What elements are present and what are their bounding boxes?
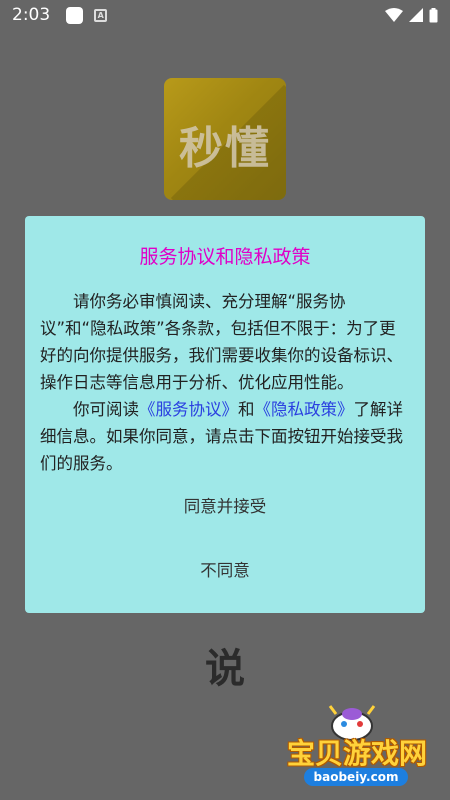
service-agreement-link[interactable]: 《服务协议》	[139, 400, 238, 419]
paragraph-2-and: 和	[238, 400, 255, 419]
status-icons	[385, 7, 438, 23]
bottom-character: 说	[205, 646, 245, 692]
battery-icon	[429, 7, 438, 22]
notification-square-icon	[66, 6, 84, 24]
status-time: 2:03	[12, 5, 51, 25]
dialog-title: 服务协议和隐私政策	[139, 246, 311, 268]
font-a-icon: A	[94, 8, 108, 22]
status-bar: 2:03 A	[0, 0, 450, 30]
watermark: 宝贝游戏网 baobeiy.com	[272, 702, 442, 792]
app-logo-text: 秒懂	[179, 123, 271, 174]
signal-icon	[409, 8, 423, 22]
dialog-paragraph-2: 你可阅读《服务协议》和《隐私政策》了解详细信息。如果你同意，请点击下面按钮开始接…	[40, 396, 412, 477]
privacy-dialog: 服务协议和隐私政策 请你务必审慎阅读、充分理解“服务协议”和“隐私政策”各条款，…	[25, 216, 425, 613]
privacy-policy-link[interactable]: 《隐私政策》	[255, 400, 354, 419]
dialog-paragraph-1: 请你务必审慎阅读、充分理解“服务协议”和“隐私政策”各条款，包括但不限于：为了更…	[40, 292, 403, 392]
agree-button[interactable]: 同意并接受	[25, 492, 425, 522]
dialog-body: 请你务必审慎阅读、充分理解“服务协议”和“隐私政策”各条款，包括但不限于：为了更…	[40, 288, 412, 477]
watermark-url: baobeiy.com	[304, 768, 408, 786]
disagree-button[interactable]: 不同意	[25, 556, 425, 586]
paragraph-2-prefix: 你可阅读	[73, 400, 139, 419]
wifi-icon	[385, 8, 403, 22]
watermark-text: 宝贝游戏网	[286, 737, 427, 770]
app-logo: 秒懂	[164, 78, 286, 200]
